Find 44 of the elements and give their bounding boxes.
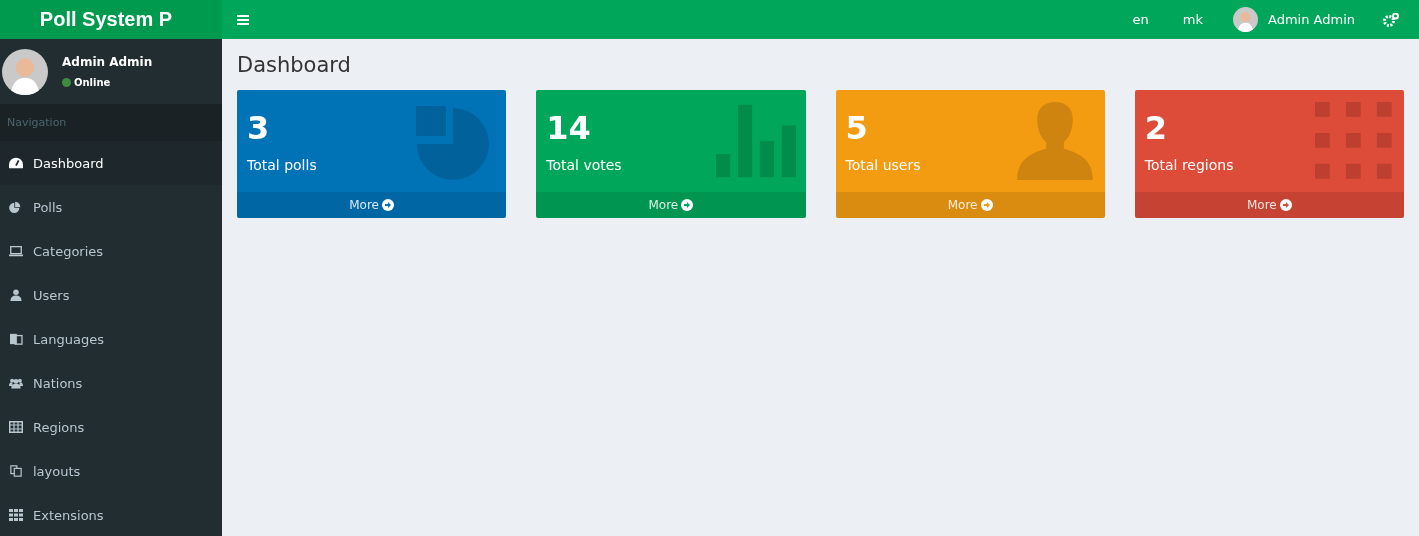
brand-title[interactable]: Poll System P (0, 0, 222, 39)
nav-item[interactable]: Nations (0, 361, 222, 405)
nav-item[interactable]: Categories (0, 229, 222, 273)
nav-item[interactable]: Polls (0, 185, 222, 229)
nav-item[interactable]: Users (0, 273, 222, 317)
nav-item[interactable]: Extensions (0, 493, 222, 536)
avatar (2, 48, 48, 95)
user-name: Admin Admin (62, 55, 153, 69)
page-title: Dashboard (237, 53, 352, 77)
laptop-icon (9, 245, 23, 257)
grid-icon (1314, 102, 1394, 180)
stat-value: 2 (1144, 109, 1168, 147)
stat-label: Total regions (1144, 157, 1234, 173)
copy-icon (9, 465, 23, 477)
online-status: Online (62, 77, 153, 88)
grid-icon (9, 509, 23, 521)
bar-chart-icon (715, 102, 796, 180)
user-silhouette-icon (1014, 102, 1095, 180)
more-link[interactable]: More (1134, 192, 1404, 218)
stat-value: 5 (845, 109, 869, 147)
nav-item[interactable]: Dashboard (0, 141, 222, 185)
nav-item[interactable]: Regions (0, 405, 222, 449)
stat-value: 3 (247, 109, 271, 147)
menu-icon[interactable] (237, 14, 249, 25)
avatar (1233, 7, 1258, 32)
stat-label: Total polls (247, 157, 317, 173)
arrow-circle-icon (1279, 199, 1292, 211)
nav-item[interactable]: Languages (0, 317, 222, 361)
nav-item[interactable]: layouts (0, 449, 222, 493)
group-icon (9, 377, 23, 389)
user-icon (9, 289, 23, 301)
arrow-circle-icon (980, 199, 993, 211)
language-icon (9, 333, 23, 345)
table-icon (9, 421, 23, 433)
pie-chart-icon (9, 201, 23, 213)
stat-label: Total users (845, 157, 921, 173)
arrow-circle-icon (382, 199, 394, 211)
stat-value: 14 (546, 109, 592, 147)
settings-icon[interactable] (1383, 12, 1399, 27)
stat-label: Total votes (546, 157, 622, 173)
section-header: Navigation (0, 104, 222, 141)
dashboard-icon (9, 157, 23, 169)
arrow-circle-icon (681, 199, 694, 211)
more-link[interactable]: More (237, 192, 507, 218)
